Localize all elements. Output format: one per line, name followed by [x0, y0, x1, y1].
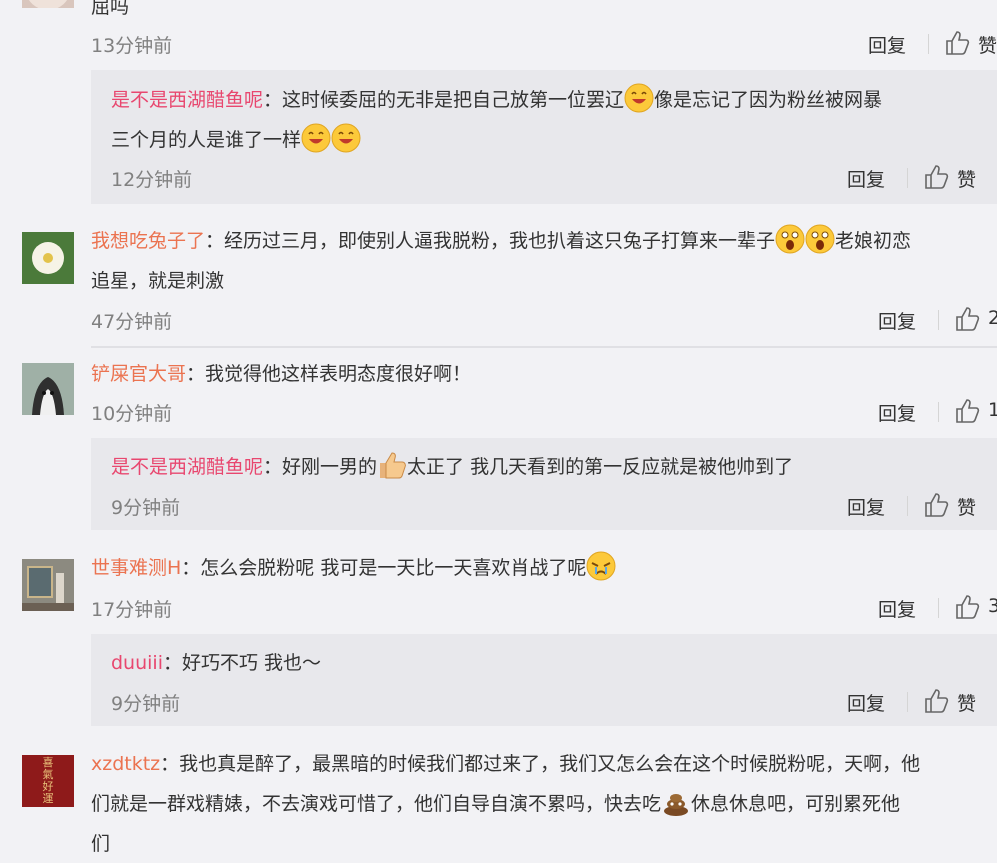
divider [928, 34, 929, 54]
reply-button[interactable]: 回复 [847, 165, 885, 192]
reply-button[interactable]: 回复 [878, 399, 916, 426]
like-icon[interactable] [955, 398, 981, 424]
reply-button[interactable]: 回复 [847, 493, 885, 520]
reply-username[interactable]: 是不是西湖醋鱼呢 [111, 456, 263, 478]
avatar[interactable] [22, 232, 74, 284]
comment-text: 我想吃兔子了：经历过三月，即使别人逼我脱粉，我也扒着这只兔子打算来一辈子 老娘初恋 [91, 222, 911, 260]
comment-username[interactable]: 铲屎官大哥 [91, 363, 186, 385]
comment-text: 世事难测H：怎么会脱粉呢 我可是一天比一天喜欢肖战了呢 [91, 549, 616, 587]
like-icon[interactable] [955, 594, 981, 620]
comment-text: 屈吗 [91, 0, 130, 18]
like-button[interactable]: 赞 [957, 689, 976, 716]
reply-button[interactable]: 回复 [868, 31, 906, 58]
comment-time: 10分钟前 [91, 403, 173, 425]
comment-text-line2: 们就是一群戏精婊，不去演戏可惜了，他们自导自演不累吗，快去吃 休息休息吧，可别累死… [91, 785, 900, 823]
reply-text: 是不是西湖醋鱼呢：这时候委屈的无非是把自己放第一位罢辽 像是忘记了因为粉丝被网暴 [111, 81, 882, 119]
divider [938, 598, 939, 618]
reply-button[interactable]: 回复 [878, 307, 916, 334]
avatar[interactable]: 喜 氣 好 運 [22, 755, 74, 807]
comment-text: xzdtktz：我也真是醉了，最黑暗的时候我们都过来了，我们又怎么会在这个时候脱… [91, 753, 921, 775]
divider [938, 402, 939, 422]
like-count[interactable]: 2 [988, 307, 997, 329]
comment-text-line3: 们 [91, 833, 111, 855]
like-icon[interactable] [924, 492, 950, 518]
scared-emoji-icon [805, 224, 835, 254]
scared-emoji-icon [775, 224, 805, 254]
reply-button[interactable]: 回复 [847, 689, 885, 716]
avatar[interactable] [22, 363, 74, 415]
comment-time: 17分钟前 [91, 599, 173, 621]
comment-text-line2: 追星，就是刺激 [91, 270, 225, 292]
poop-emoji-icon [661, 787, 691, 817]
reply-text-line2: 三个月的人是谁了一样 [111, 121, 361, 159]
like-button[interactable]: 赞 [978, 31, 997, 58]
comment-text: 铲屎官大哥：我觉得他这样表明态度很好啊！ [91, 363, 472, 385]
reply-username[interactable]: 是不是西湖醋鱼呢 [111, 89, 263, 111]
avatar-text: 喜 氣 好 運 [42, 756, 54, 805]
like-button[interactable]: 赞 [957, 165, 976, 192]
like-count[interactable]: 1 [988, 399, 997, 421]
reply-username[interactable]: duuiii [111, 652, 163, 674]
laugh-emoji-icon [301, 123, 331, 153]
reply-text: 是不是西湖醋鱼呢：好刚一男的 太正了 我几天看到的第一反应就是被他帅到了 [111, 448, 793, 486]
divider [907, 692, 908, 712]
comment-username[interactable]: 世事难测H [91, 557, 181, 579]
divider [907, 496, 908, 516]
laugh-emoji-icon [331, 123, 361, 153]
laugh-emoji-icon [624, 83, 654, 113]
like-icon[interactable] [955, 306, 981, 332]
comment-username[interactable]: xzdtktz [91, 753, 160, 775]
reply-time: 9分钟前 [111, 497, 181, 519]
comment-time: 47分钟前 [91, 311, 173, 333]
avatar[interactable] [22, 0, 74, 8]
divider [938, 310, 939, 330]
reply-button[interactable]: 回复 [878, 595, 916, 622]
comment-username[interactable]: 我想吃兔子了 [91, 230, 205, 252]
reply-text: duuiii：好巧不巧 我也～ [111, 652, 322, 674]
divider [907, 168, 908, 188]
comment-time: 13分钟前 [91, 35, 173, 57]
like-icon[interactable] [924, 164, 950, 190]
reply-time: 9分钟前 [111, 693, 181, 715]
reply-time: 12分钟前 [111, 169, 193, 191]
like-count[interactable]: 3 [988, 595, 997, 617]
like-button[interactable]: 赞 [957, 493, 976, 520]
comment-divider [91, 346, 997, 348]
like-icon[interactable] [924, 688, 950, 714]
avatar[interactable] [22, 559, 74, 611]
thumbs-up-emoji-icon [377, 450, 407, 480]
crying-emoji-icon [586, 551, 616, 581]
like-icon[interactable] [945, 30, 971, 56]
